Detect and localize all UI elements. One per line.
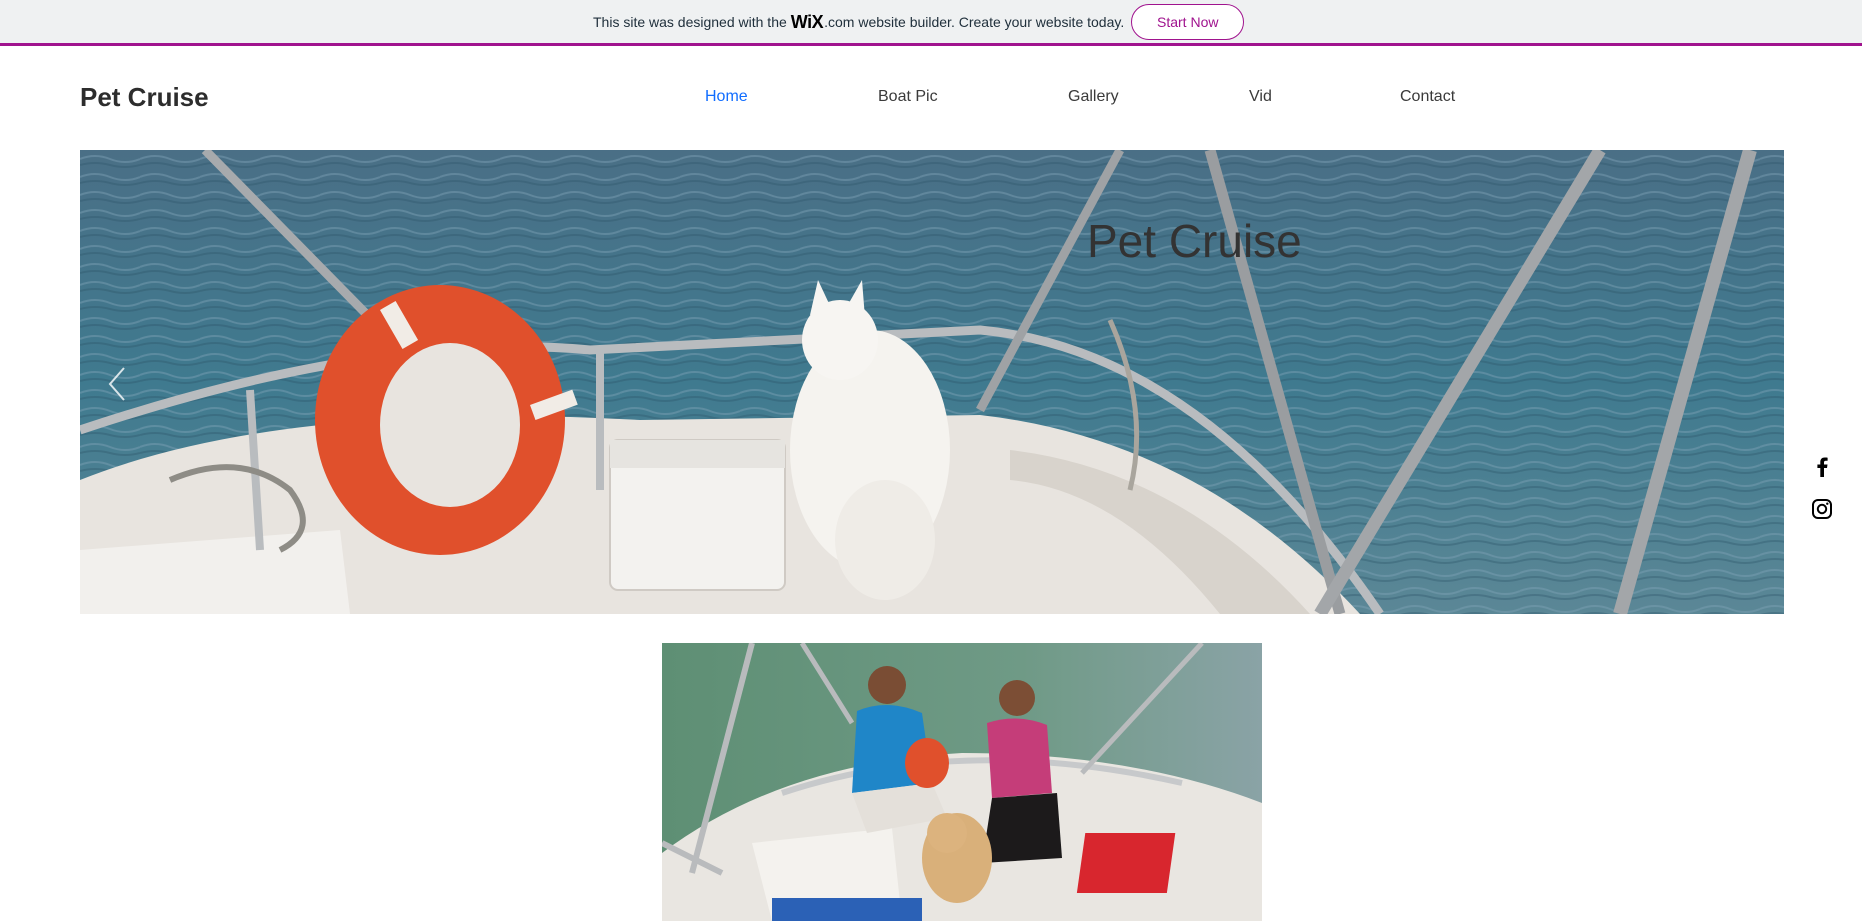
banner-text-before: This site was designed with the — [593, 14, 787, 30]
wix-banner: This site was designed with the WiX .com… — [0, 0, 1862, 46]
social-bar — [1810, 455, 1834, 539]
main-nav: Home Boat Pic Gallery Vid Contact — [0, 84, 1862, 114]
nav-item-vid[interactable]: Vid — [1249, 88, 1272, 106]
gallery-photo — [662, 643, 1262, 921]
wix-logo[interactable]: WiX — [791, 12, 824, 33]
start-now-button[interactable]: Start Now — [1131, 4, 1245, 40]
boat-dog-photo — [80, 150, 1784, 614]
hero-slideshow[interactable]: Pet Cruise — [80, 150, 1784, 614]
wix-banner-content: This site was designed with the WiX .com… — [593, 3, 1245, 41]
nav-item-contact[interactable]: Contact — [1400, 88, 1455, 106]
couple-dog-boat-photo[interactable] — [662, 643, 1262, 921]
nav-item-home[interactable]: Home — [705, 88, 748, 106]
facebook-icon[interactable] — [1810, 455, 1834, 479]
chevron-left-icon[interactable] — [102, 364, 132, 404]
nav-item-gallery[interactable]: Gallery — [1068, 88, 1119, 106]
hero-title: Pet Cruise — [1087, 215, 1302, 267]
nav-item-boat-pic[interactable]: Boat Pic — [878, 88, 938, 106]
instagram-icon[interactable] — [1810, 497, 1834, 521]
banner-text-after: .com website builder. Create your websit… — [824, 14, 1125, 30]
